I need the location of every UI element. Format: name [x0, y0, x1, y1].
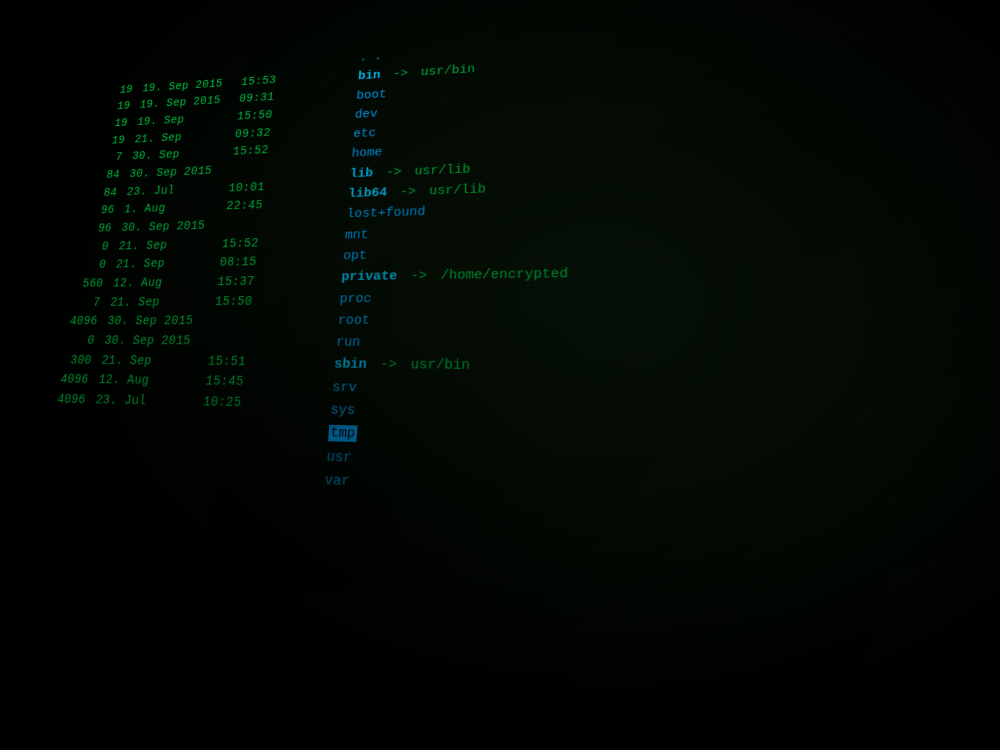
left-row: 560 12. Aug 15:37	[63, 272, 333, 295]
left-row: 4096 30. Sep 2015	[57, 312, 330, 332]
left-column: 19 19. Sep 2015 15:53 19 19. Sep 2015 09…	[0, 50, 352, 750]
left-row: 4096 23. Jul 10:25	[44, 390, 322, 416]
terminal-content: 19 19. Sep 2015 15:53 19 19. Sep 2015 09…	[0, 0, 1000, 750]
left-row: 7 21. Sep 15:50	[60, 291, 331, 313]
right-column: . . bin -> usr/bin boot dev etc	[289, 6, 1000, 750]
file-row-root: root	[337, 307, 1000, 333]
terminal-window: 19 19. Sep 2015 15:53 19 19. Sep 2015 09…	[0, 0, 1000, 750]
left-row: 0 30. Sep 2015	[54, 332, 328, 353]
